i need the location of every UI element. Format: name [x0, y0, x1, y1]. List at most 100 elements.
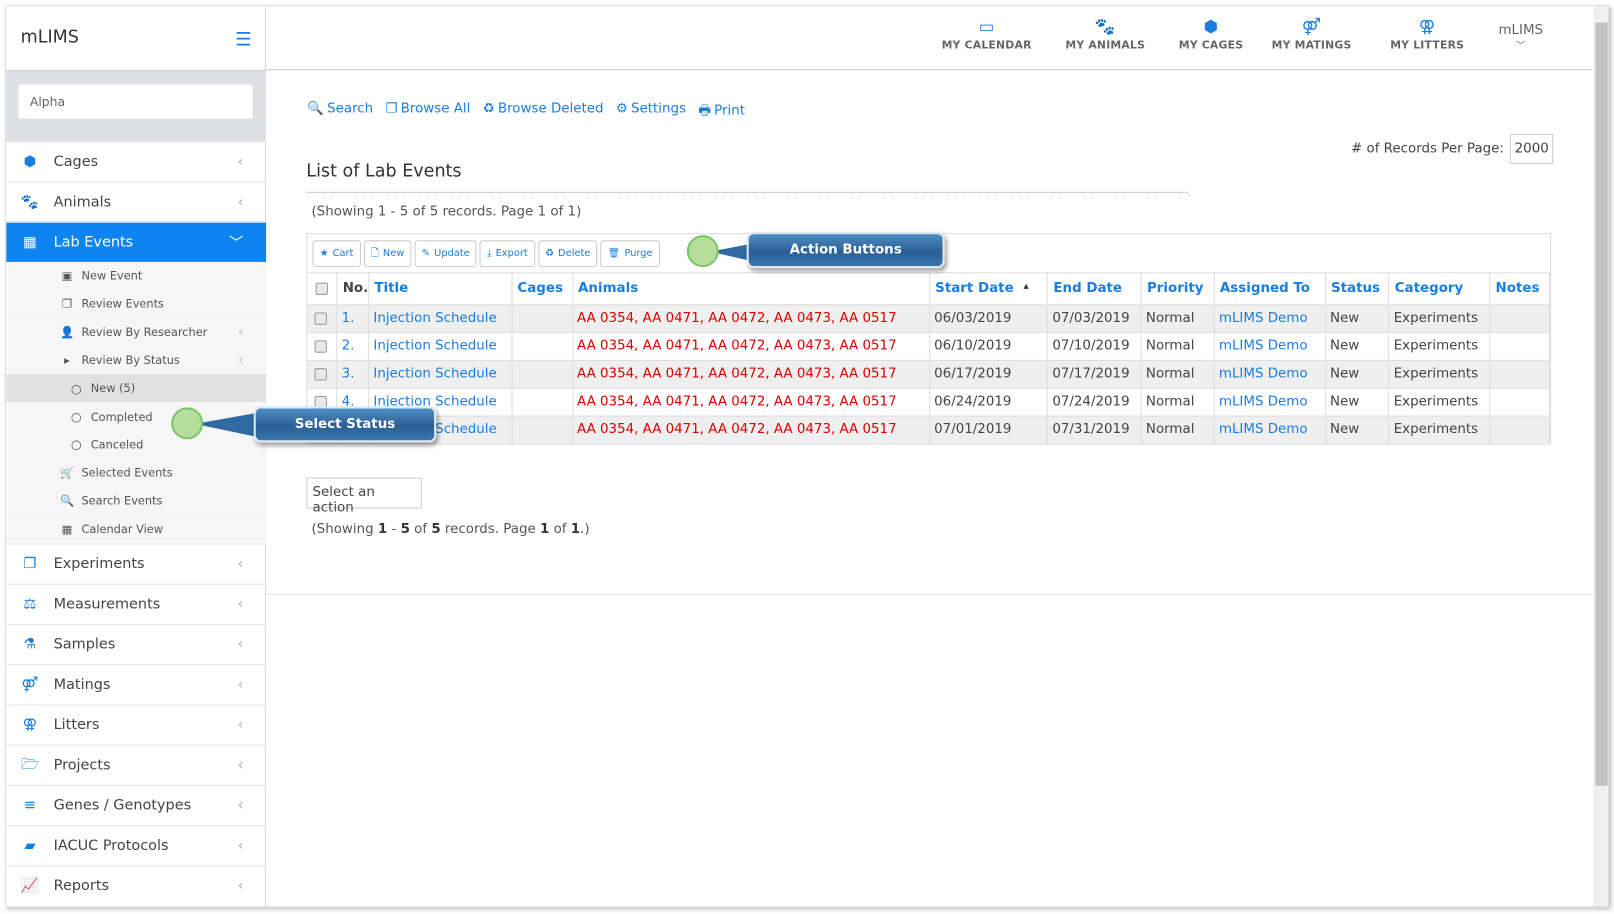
topnav-label: MY CAGES [1178, 39, 1244, 52]
column-header-title[interactable]: Title [368, 273, 513, 305]
update-button[interactable]: ✎ Update [414, 239, 477, 267]
sidebar-item-experiments[interactable]: ❐ Experiments ‹ [6, 543, 267, 583]
sidebar-item-cages[interactable]: ⬢ Cages ‹ [6, 141, 267, 181]
cell-animals[interactable]: AA 0354, AA 0471, AA 0472, AA 0473, AA 0… [572, 359, 931, 388]
sidebar-item-lab-events[interactable]: ▦ Lab Events ﹀ [6, 221, 267, 262]
export-button[interactable]: ⤓ Export [479, 239, 535, 267]
hamburger-icon[interactable]: ☰ [235, 29, 252, 51]
column-header-status[interactable]: Status [1325, 273, 1390, 305]
row-checkbox[interactable] [314, 311, 327, 325]
topnav-my-animals[interactable]: 🐾 MY ANIMALS [1065, 17, 1145, 52]
sidebar-item-genes-genotypes[interactable]: ≡ Genes / Genotypes ‹ [6, 784, 267, 825]
circle-icon: ○ [70, 409, 82, 424]
cell-no[interactable]: 1. [337, 303, 370, 333]
topnav-my-matings[interactable]: ⚤ MY MATINGS [1272, 17, 1352, 52]
purge-button[interactable]: 🗑 Purge [600, 239, 660, 267]
sidebar-item-measurements[interactable]: ⚖ Measurements ‹ [6, 583, 267, 624]
cell-animals[interactable]: AA 0354, AA 0471, AA 0472, AA 0473, AA 0… [572, 331, 931, 360]
cell-assigned[interactable]: mLIMS Demo [1214, 303, 1326, 333]
select-all-checkbox-cell[interactable] [307, 273, 338, 305]
brand-logo: mLIMS [20, 26, 79, 48]
column-header-cages[interactable]: Cages [511, 273, 573, 305]
column-header-category[interactable]: Category [1389, 273, 1491, 305]
column-header-label: Title [374, 280, 409, 297]
sidebar-subitem-new-event[interactable]: ▣ New Event [6, 261, 267, 290]
sidebar-item-label: Measurements [53, 596, 161, 613]
sidebar-item-iacuc-protocols[interactable]: ▰ IACUC Protocols ‹ [6, 825, 267, 865]
cell-assigned[interactable]: mLIMS Demo [1214, 387, 1326, 416]
sidebar-subitem-review-events[interactable]: ❐ Review Events [6, 290, 267, 318]
mars-venus-icon: ⚤ [1301, 16, 1322, 37]
link-settings[interactable]: ⚙ Settings [616, 101, 686, 124]
sidebar-subitem-selected-events[interactable]: 🛒 Selected Events [6, 459, 267, 487]
sidebar-item-label: Cages [53, 153, 99, 171]
link-browse-deleted[interactable]: ♻ Browse Deleted [483, 101, 604, 124]
cell-animals[interactable]: AA 0354, AA 0471, AA 0472, AA 0473, AA 0… [572, 387, 931, 416]
cell-assigned[interactable]: mLIMS Demo [1214, 331, 1326, 360]
topnav-label: MY ANIMALS [1065, 39, 1146, 52]
title-divider [306, 191, 1189, 193]
column-header-notes[interactable]: Notes [1489, 273, 1551, 305]
row-checkbox-cell[interactable] [307, 331, 338, 360]
sidebar-subitem-review-by-status[interactable]: ▸ Review By Status ‹ [6, 346, 267, 375]
column-header-assigned-to[interactable]: Assigned To [1214, 273, 1326, 305]
cell-notes [1489, 303, 1551, 333]
vertical-scrollbar[interactable] [1593, 6, 1608, 907]
sidebar-search-input[interactable] [18, 84, 253, 119]
row-checkbox[interactable] [314, 339, 327, 353]
sidebar-subitem-search-events[interactable]: 🔍 Search Events [6, 487, 267, 516]
sidebar-subitem-label: Selected Events [81, 466, 173, 480]
column-header-end-date[interactable]: End Date [1047, 273, 1142, 305]
cell-title[interactable]: Injection Schedule [368, 359, 513, 388]
select-action-dropdown[interactable]: Select an action [306, 477, 422, 516]
sidebar-item-label: Litters [53, 716, 100, 734]
folder-open-icon: 🗁 [20, 755, 39, 773]
cell-priority: Normal [1141, 387, 1215, 416]
sidebar-item-reports[interactable]: 📈 Reports ‹ [6, 865, 267, 905]
row-checkbox-cell[interactable] [307, 303, 338, 333]
cart-icon: 🛒 [59, 466, 75, 480]
scrollbar-thumb[interactable] [1595, 22, 1608, 786]
cell-animals[interactable]: AA 0354, AA 0471, AA 0472, AA 0473, AA 0… [572, 303, 931, 333]
cell-animals[interactable]: AA 0354, AA 0471, AA 0472, AA 0473, AA 0… [572, 415, 931, 444]
sidebar-subitem-new-5[interactable]: ○ New (5) [6, 374, 267, 403]
column-header-start-date[interactable]: Start Date ▴ [929, 273, 1049, 305]
sidebar-subitem-review-by-researcher[interactable]: 👤 Review By Researcher ‹ [6, 318, 267, 347]
sidebar-item-matings[interactable]: ⚤ Matings ‹ [6, 664, 267, 704]
cell-assigned[interactable]: mLIMS Demo [1214, 359, 1326, 388]
cell-title[interactable]: Injection Schedule [368, 331, 513, 360]
link-search[interactable]: 🔍 Search [307, 101, 373, 124]
venus-double-icon: ⚢ [22, 716, 38, 734]
cart-button[interactable]: ★ Cart [312, 239, 361, 267]
cell-priority: Normal [1141, 359, 1215, 388]
cell-no[interactable]: 3. [337, 359, 370, 388]
cell-no[interactable]: 2. [337, 331, 370, 360]
sidebar-subitem-calendar-view[interactable]: ▦ Calendar View [6, 515, 267, 544]
topnav-my-calendar[interactable]: ▭ MY CALENDAR [942, 17, 1032, 52]
row-checkbox[interactable] [314, 367, 327, 381]
topnav-my-cages[interactable]: ⬢ MY CAGES [1179, 17, 1243, 52]
records-per-page-input[interactable] [1510, 134, 1554, 164]
chevron-left-icon: ‹ [237, 193, 244, 211]
sidebar-item-litters[interactable]: ⚢ Litters ‹ [6, 704, 267, 744]
cell-status: New [1325, 331, 1390, 360]
link-browse-all[interactable]: ❐ Browse All [386, 101, 471, 124]
search-icon: 🔍 [59, 494, 75, 508]
copy-icon: ❐ [23, 555, 37, 573]
sidebar-item-animals[interactable]: 🐾 Animals ‹ [6, 181, 267, 222]
user-menu[interactable]: mLIMS ﹀ [1498, 23, 1543, 52]
sidebar-item-projects[interactable]: 🗁 Projects ‹ [6, 744, 267, 785]
calendar-icon: ▭ [978, 16, 995, 37]
link-print[interactable]: 🖶 Print [698, 101, 745, 124]
row-checkbox-cell[interactable] [307, 359, 338, 388]
delete-button[interactable]: ♻ Delete [538, 239, 598, 267]
topnav-my-litters[interactable]: ⚢ MY LITTERS [1390, 17, 1464, 52]
new-button[interactable]: 🗋 New [363, 239, 412, 267]
column-header-priority[interactable]: Priority [1141, 273, 1215, 305]
chevron-down-icon: ﹀ [1516, 41, 1526, 52]
column-header-animals[interactable]: Animals [572, 273, 931, 305]
select-all-checkbox[interactable] [315, 282, 328, 295]
cell-assigned[interactable]: mLIMS Demo [1214, 415, 1326, 444]
sidebar-item-samples[interactable]: ⚗ Samples ‹ [6, 623, 267, 664]
cell-title[interactable]: Injection Schedule [368, 303, 513, 333]
